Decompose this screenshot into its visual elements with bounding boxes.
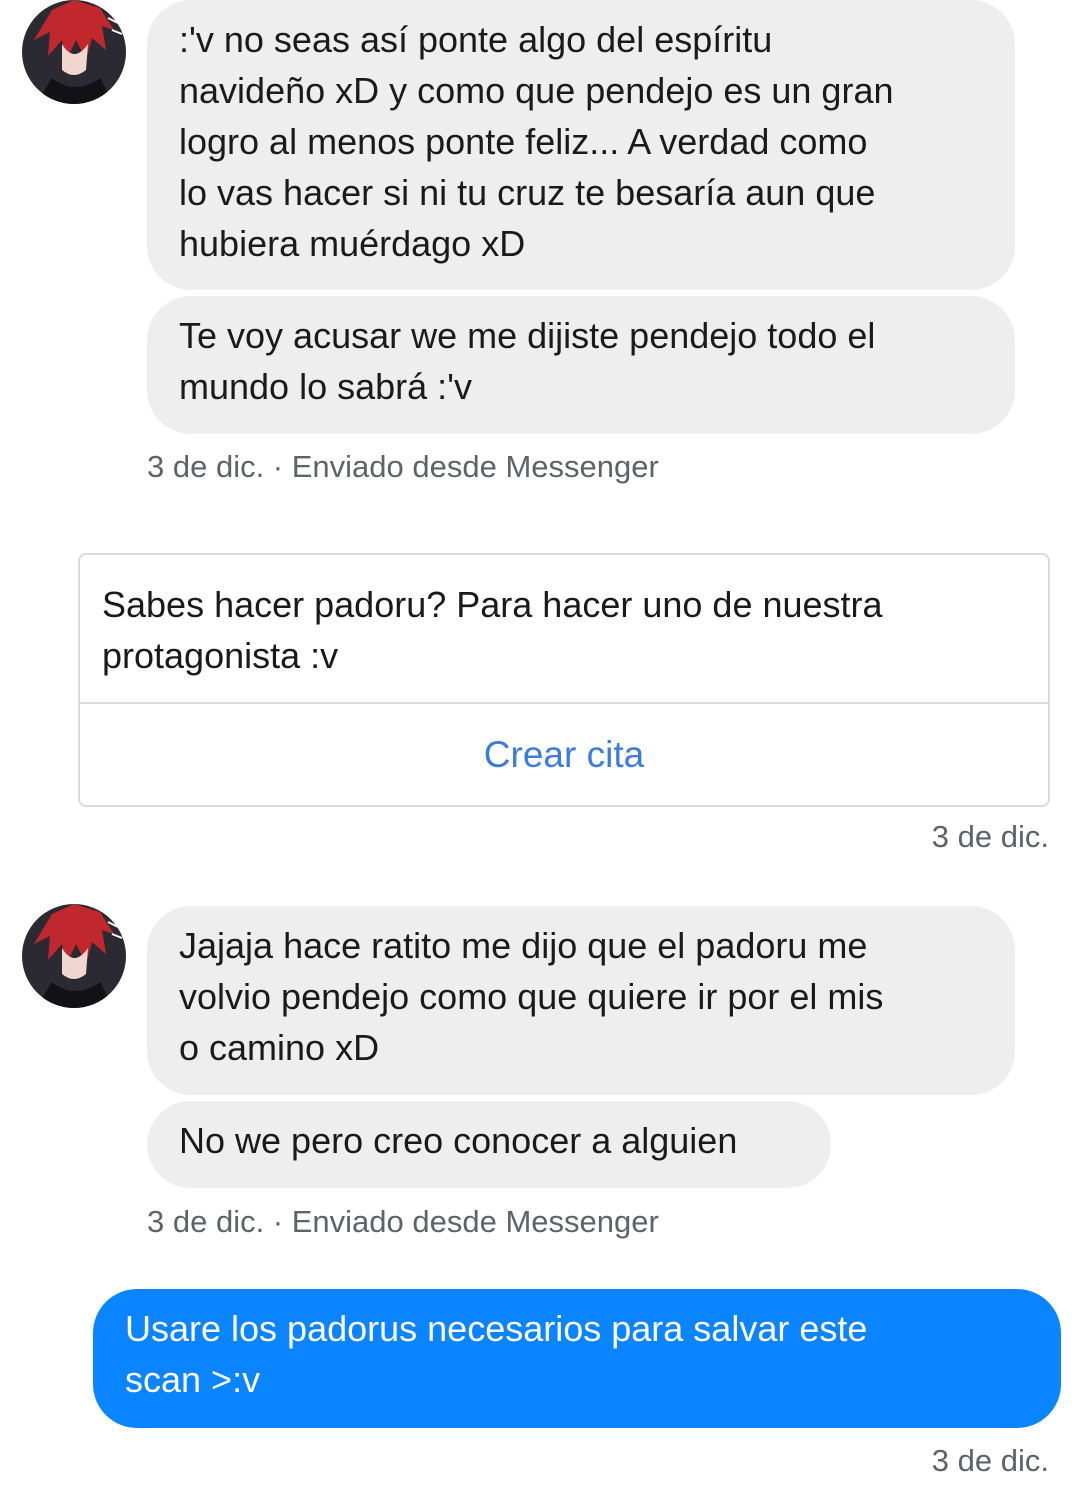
message-timestamp: 3 de dic. · Enviado desde Messenger: [147, 1204, 659, 1239]
message-timestamp: 3 de dic.: [931, 819, 1049, 854]
incoming-message-bubble[interactable]: Te voy acusar we me dijiste pendejo todo…: [147, 296, 1015, 434]
message-timestamp: 3 de dic. · Enviado desde Messenger: [147, 449, 659, 484]
outgoing-message-bubble[interactable]: Usare los padorus necesarios para salvar…: [93, 1289, 1061, 1428]
avatar-image: [22, 904, 126, 1008]
shared-post-card[interactable]: Sabes hacer padoru? Para hacer uno de nu…: [78, 553, 1050, 807]
avatar-image: [22, 0, 126, 104]
incoming-message-bubble[interactable]: No we pero creo conocer a alguien: [147, 1101, 831, 1188]
create-quote-button[interactable]: Crear cita: [80, 704, 1048, 805]
incoming-message-bubble[interactable]: :'v no seas así ponte algo del espíritu …: [147, 0, 1015, 290]
user-avatar-icon[interactable]: [22, 0, 126, 104]
incoming-message-bubble[interactable]: Jajaja hace ratito me dijo que el padoru…: [147, 906, 1015, 1095]
shared-post-text: Sabes hacer padoru? Para hacer uno de nu…: [102, 584, 883, 676]
message-timestamp: 3 de dic.: [931, 1443, 1049, 1478]
user-avatar-icon[interactable]: [22, 904, 126, 1008]
